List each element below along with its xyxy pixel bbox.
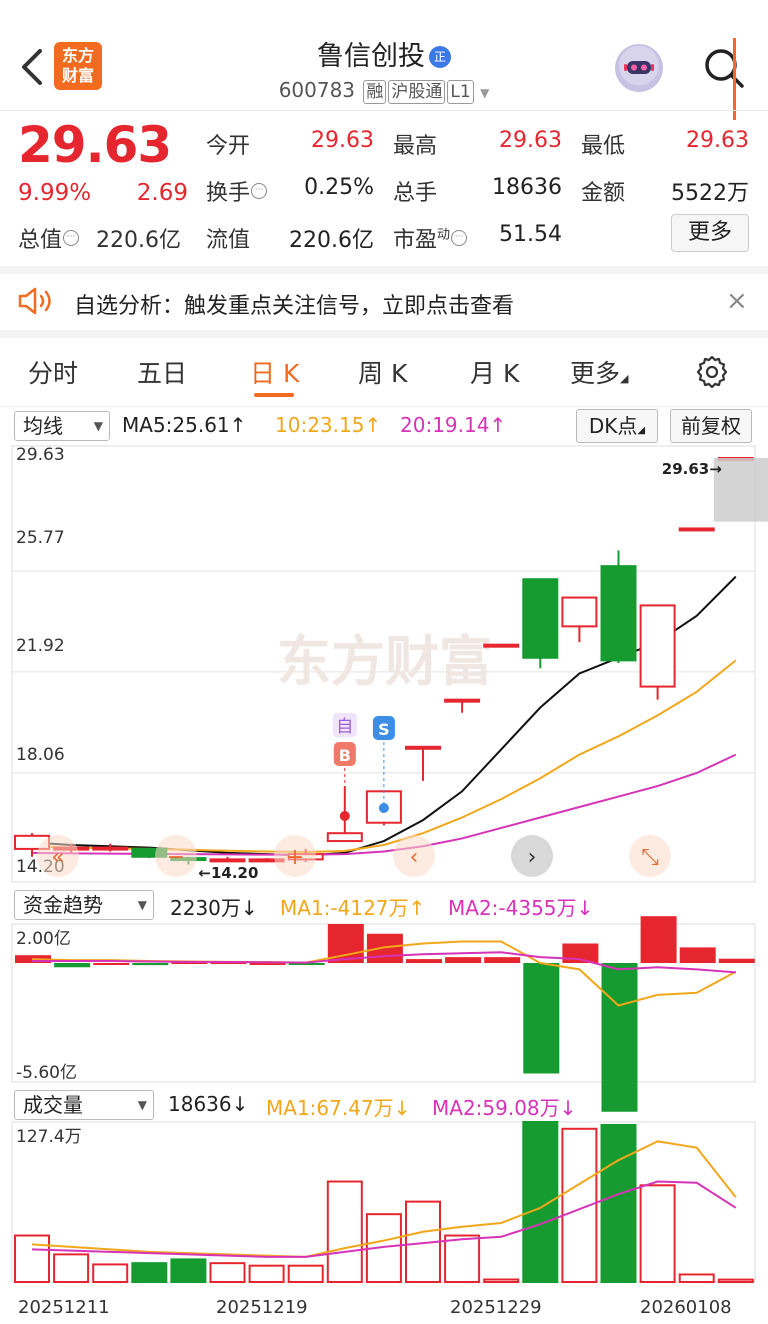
expand-icon-glyph: ⤡ <box>641 845 659 870</box>
min-price-marker: ←14.20 <box>198 864 258 882</box>
fund-tick-label: 2.00亿 <box>16 929 71 949</box>
volume-bar <box>131 1262 168 1284</box>
candle-body <box>405 745 441 750</box>
fund-bar <box>406 959 442 963</box>
volume-bar <box>522 1121 559 1283</box>
expand-icon[interactable]: ⤡ <box>629 835 671 877</box>
volume-bar <box>326 1180 363 1284</box>
chevron-left-icon-glyph: ‹ <box>410 845 419 870</box>
fund-bar <box>484 957 521 963</box>
rewind-icon-glyph: « <box>51 845 64 870</box>
fund-bar <box>445 957 482 963</box>
zoom-in-icon[interactable]: + <box>274 835 316 877</box>
zoom-in-icon-glyph: + <box>286 845 304 870</box>
max-price-marker: 29.63→ <box>662 460 722 478</box>
chevron-right-icon[interactable]: › <box>511 835 553 877</box>
volume-bar <box>170 1258 207 1284</box>
candle-body <box>522 578 559 659</box>
highlight-box <box>713 458 768 522</box>
zoom-out-icon-glyph: − <box>167 845 185 870</box>
date-tick-label: 20260108 <box>640 1297 732 1318</box>
date-tick-label: 20251219 <box>216 1297 308 1318</box>
volume-bar <box>678 1273 715 1284</box>
volume-bars <box>14 1121 754 1284</box>
price-tick-label: 21.92 <box>16 636 65 656</box>
volume-bar <box>717 1278 754 1283</box>
volume-bar <box>287 1264 324 1283</box>
signal-sell-dot <box>378 803 389 813</box>
kline-chart[interactable]: 东方财富 29.6325.7721.9218.0614.202.00亿-5.60… <box>0 0 768 1324</box>
volume-tick-label: 127.4万 <box>16 1127 82 1147</box>
watermark: 东方财富 <box>277 630 493 693</box>
volume-bar <box>53 1253 90 1283</box>
date-tick-label: 20251229 <box>450 1297 542 1318</box>
fund-bar <box>601 963 638 1112</box>
volume-bar <box>639 1184 676 1284</box>
fund-tick-label: -5.60亿 <box>16 1063 77 1083</box>
candle-body <box>639 604 676 688</box>
fund-bar <box>679 947 716 963</box>
candle-body <box>444 698 481 703</box>
fund-bar <box>366 933 403 963</box>
candle-body <box>326 832 363 843</box>
fund-bar <box>93 963 130 965</box>
candle-body <box>600 565 637 662</box>
price-tick-label: 25.77 <box>16 528 65 548</box>
signal-buy-dot <box>339 811 350 821</box>
fund-bar <box>523 963 560 1074</box>
candle-body <box>483 643 520 648</box>
volume-bar <box>444 1234 481 1284</box>
rewind-icon[interactable]: « <box>37 835 79 877</box>
fund-bar <box>640 916 677 963</box>
volume-bar <box>600 1124 637 1284</box>
date-tick-label: 20251211 <box>18 1297 110 1318</box>
chevron-right-glyph: › <box>528 845 537 870</box>
zoom-out-icon[interactable]: − <box>155 835 197 877</box>
volume-bar <box>92 1263 129 1284</box>
chevron-left-icon[interactable]: ‹ <box>393 835 435 877</box>
candle-body <box>209 858 246 863</box>
candle-body <box>678 527 715 532</box>
fund-bar <box>132 963 169 966</box>
signal-sell-label: S <box>378 720 390 739</box>
signal-buy-label: B <box>339 746 351 765</box>
volume-bar <box>483 1278 520 1284</box>
fund-bar <box>718 958 755 963</box>
signal-self-label: 自 <box>336 717 353 737</box>
volume-bar <box>14 1234 50 1284</box>
volume-bar <box>248 1264 285 1283</box>
price-tick-label: 18.06 <box>16 745 65 765</box>
candle-body <box>561 596 598 628</box>
candle-body <box>92 846 129 851</box>
price-tick-label: 29.63 <box>16 445 65 465</box>
fund-bar <box>54 963 91 968</box>
volume-bar <box>209 1262 246 1284</box>
